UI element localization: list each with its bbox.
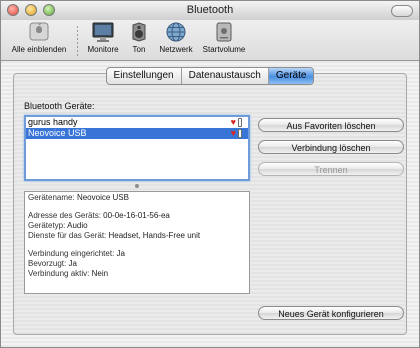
hard-disk-icon <box>212 21 236 43</box>
detail-key: Gerätetyp: <box>28 221 66 230</box>
toolbar-label: Ton <box>132 45 146 54</box>
toolbar-monitors[interactable]: Monitore <box>83 21 123 54</box>
detail-value: Nein <box>91 269 109 278</box>
detail-value: Neovoice USB <box>76 193 129 202</box>
window-title: Bluetooth <box>186 4 234 16</box>
toolbar-sound[interactable]: Ton <box>125 21 153 54</box>
devices-panel: Bluetooth Geräte: gurus handy ♥ Neovoice… <box>13 73 407 335</box>
favorite-heart-icon: ♥ <box>230 117 236 127</box>
detail-value: 00-0e-16-01-56-ea <box>103 211 170 220</box>
favorite-heart-icon: ♥ <box>230 128 236 138</box>
detail-address: Adresse des Geräts: 00-0e-16-01-56-ea <box>28 211 246 221</box>
detail-key: Gerätename: <box>28 193 75 202</box>
device-name: Neovoice USB <box>28 128 87 138</box>
toolbar-label: Netzwerk <box>159 45 193 54</box>
segmented-tabs: Einstellungen Datenaustausch Geräte <box>105 67 315 85</box>
toolbar-label: Startvolume <box>202 45 246 54</box>
detail-key: Verbindung aktiv: <box>28 269 90 278</box>
tab-bar: Einstellungen Datenaustausch Geräte <box>1 65 419 85</box>
toolbar-show-all[interactable]: Alle einblenden <box>7 21 71 54</box>
toolbar-label: Alle einblenden <box>11 45 67 54</box>
toolbar-startup-disk[interactable]: Startvolume <box>199 21 249 54</box>
configure-new-device-button[interactable]: Neues Gerät konfigurieren <box>258 306 404 320</box>
toolbar-network[interactable]: Netzwerk <box>155 21 197 54</box>
split-view-divider[interactable] <box>24 184 250 189</box>
remove-from-favorites-button[interactable]: Aus Favoriten löschen <box>258 118 404 132</box>
network-globe-icon <box>164 21 188 43</box>
device-details: Gerätename: Neovoice USB Adresse des Ger… <box>24 191 250 294</box>
detail-gap <box>28 203 246 211</box>
tab-data-exchange[interactable]: Datenaustausch <box>182 68 269 84</box>
tab-settings[interactable]: Einstellungen <box>107 68 182 84</box>
title-bar[interactable]: Bluetooth <box>1 1 419 21</box>
toolbar-separator <box>77 24 78 56</box>
list-item[interactable]: gurus handy ♥ <box>26 117 248 128</box>
device-name: gurus handy <box>28 117 78 127</box>
monitor-icon <box>91 21 115 43</box>
delete-connection-button[interactable]: Verbindung löschen <box>258 140 404 154</box>
preferences-window: Bluetooth Alle einblenden Monitore Ton N… <box>0 0 420 348</box>
detail-device-name: Gerätename: Neovoice USB <box>28 193 246 203</box>
speaker-icon <box>127 21 151 43</box>
detail-gap <box>28 241 246 249</box>
battery-icon <box>238 129 242 138</box>
detail-preferred: Bevorzugt: Ja <box>28 259 246 269</box>
toolbar: Alle einblenden Monitore Ton Netzwerk St… <box>1 20 419 61</box>
detail-connection-active: Verbindung aktiv: Nein <box>28 269 246 279</box>
detail-value: Audio <box>67 221 88 230</box>
detail-connection-set-up: Verbindung eingerichtet: Ja <box>28 249 246 259</box>
bluetooth-devices-label: Bluetooth Geräte: <box>24 101 95 111</box>
detail-value: Ja <box>116 249 125 258</box>
detail-key: Verbindung eingerichtet: <box>28 249 115 258</box>
tab-devices[interactable]: Geräte <box>268 68 314 84</box>
drag-handle-icon <box>135 184 139 188</box>
detail-value: Ja <box>68 259 77 268</box>
detail-key: Bevorzugt: <box>28 259 67 268</box>
show-all-icon <box>27 21 51 43</box>
list-item[interactable]: Neovoice USB ♥ <box>26 128 248 139</box>
detail-device-type: Gerätetyp: Audio <box>28 221 246 231</box>
toolbar-label: Monitore <box>87 45 119 54</box>
disconnect-button[interactable]: Trennen <box>258 162 404 176</box>
detail-key: Dienste für das Gerät: <box>28 231 107 240</box>
detail-value: Headset, Hands-Free unit <box>108 231 201 240</box>
detail-key: Adresse des Geräts: <box>28 211 101 220</box>
toolbar-toggle-button[interactable] <box>391 5 413 17</box>
battery-icon <box>238 118 242 127</box>
device-list[interactable]: gurus handy ♥ Neovoice USB ♥ <box>24 115 250 181</box>
detail-services: Dienste für das Gerät: Headset, Hands-Fr… <box>28 231 246 241</box>
